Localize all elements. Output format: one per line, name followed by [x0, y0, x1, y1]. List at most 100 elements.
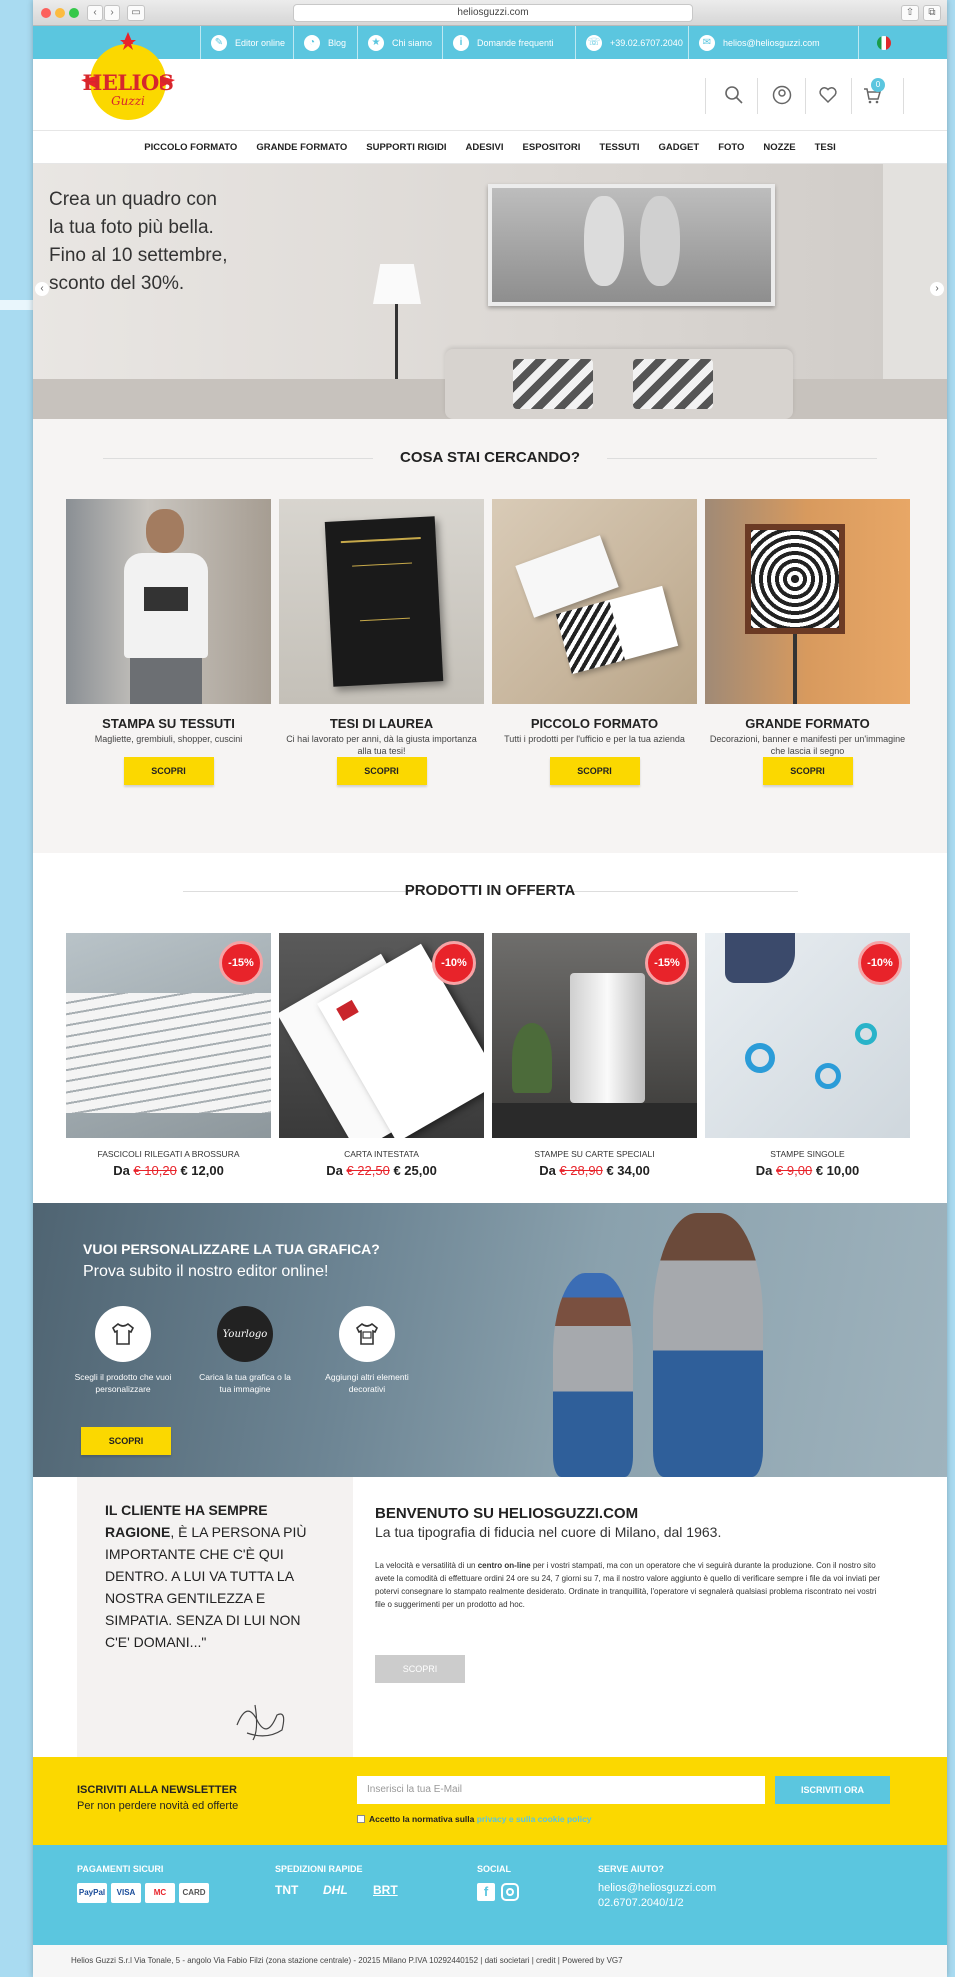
category-card[interactable]: GRANDE FORMATO Decorazioni, banner e man…: [705, 499, 910, 785]
consent-checkbox[interactable]: [357, 1815, 365, 1823]
close-window-button[interactable]: [41, 8, 51, 18]
language-selector[interactable]: [858, 26, 908, 59]
nav-supporti-rigidi[interactable]: SUPPORTI RIGIDI: [366, 142, 446, 153]
header-divider: [903, 78, 904, 114]
zoom-window-button[interactable]: [69, 8, 79, 18]
nav-adesivi[interactable]: ADESIVI: [466, 142, 504, 153]
topbar-about-link[interactable]: ★ Chi siamo: [357, 26, 442, 59]
topbar-phone-link[interactable]: ☏ +39.02.6707.2040: [575, 26, 688, 59]
topbar-label: Chi siamo: [392, 37, 433, 48]
footer-social-title: SOCIAL: [477, 1864, 512, 1874]
back-button[interactable]: ‹: [87, 5, 103, 21]
mail-icon: ✉: [699, 34, 715, 51]
mastercard-icon: MC: [145, 1883, 175, 1903]
newsletter-subscribe-button[interactable]: ISCRIVITI ORA: [775, 1776, 890, 1804]
privacy-link[interactable]: privacy e sulla cookie policy: [477, 1814, 592, 1824]
topbar-label: helios@heliosguzzi.com: [723, 37, 820, 48]
minimize-window-button[interactable]: [55, 8, 65, 18]
footer-help-email[interactable]: helios@heliosguzzi.com: [598, 1881, 716, 1896]
offers-section: PRODOTTI IN OFFERTA -15% FASCICOLI RILEG…: [33, 853, 947, 1203]
yourlogo-text: Yourlogo: [222, 1328, 268, 1340]
dhl-logo-icon: DHL: [323, 1883, 348, 1897]
header-divider: [851, 78, 852, 114]
hero-line: Crea un quadro con: [49, 189, 217, 210]
category-description: Ci hai lavorato per anni, dà la giusta i…: [286, 734, 477, 756]
welcome-body: La velocità e versatilità di un centro o…: [375, 1559, 885, 1611]
hero-pillow-image: [633, 359, 713, 409]
topbar-blog-link[interactable]: ◔ Blog: [293, 26, 357, 59]
new-price: € 10,00: [815, 1163, 860, 1178]
user-account-icon[interactable]: [769, 82, 795, 108]
category-discover-button[interactable]: SCOPRI: [336, 757, 427, 785]
credit-card-icon: CARD: [179, 1883, 209, 1903]
info-icon: i: [453, 34, 469, 51]
category-discover-button[interactable]: SCOPRI: [123, 757, 214, 785]
facebook-icon[interactable]: f: [477, 1883, 495, 1901]
helios-logo[interactable]: HELIOS Guzzi: [78, 32, 178, 124]
offer-name[interactable]: STAMPE SINGOLE: [705, 1149, 910, 1159]
new-price: € 12,00: [180, 1163, 224, 1178]
nav-espositori[interactable]: ESPOSITORI: [523, 142, 581, 153]
discount-badge: -15%: [219, 941, 263, 985]
about-discover-button[interactable]: SCOPRI: [375, 1655, 465, 1683]
category-card[interactable]: TESI DI LAUREA Ci hai lavorato per anni,…: [279, 499, 484, 785]
hero-headline: Crea un quadro con la tua foto più bella…: [49, 186, 269, 298]
offer-name[interactable]: CARTA INTESTATA: [279, 1149, 484, 1159]
customer-quote: IL CLIENTE HA SEMPRE RAGIONE, È LA PERSO…: [77, 1477, 353, 1757]
nav-foto[interactable]: FOTO: [718, 142, 744, 153]
topbar-faq-link[interactable]: i Domande frequenti: [442, 26, 575, 59]
category-discover-button[interactable]: SCOPRI: [762, 757, 853, 785]
instagram-icon[interactable]: [501, 1883, 519, 1901]
offer-image-carta-intestata[interactable]: -10%: [279, 933, 484, 1138]
category-card[interactable]: PICCOLO FORMATO Tutti i prodotti per l'u…: [492, 499, 697, 785]
new-price: € 34,00: [606, 1163, 650, 1178]
topbar-label: +39.02.6707.2040: [610, 37, 683, 48]
footer-help-contact: helios@heliosguzzi.com 02.6707.2040/1/2: [598, 1881, 716, 1911]
newsletter-consent: Accetto la normativa sulla privacy e sul…: [357, 1814, 592, 1824]
browser-chrome: ‹ › ▭ heliosguzzi.com ⇧ ⧉: [33, 0, 947, 26]
rss-icon: ◔: [304, 34, 320, 51]
address-bar[interactable]: heliosguzzi.com: [293, 4, 693, 22]
header-divider: [805, 78, 806, 114]
nav-piccolo-formato[interactable]: PICCOLO FORMATO: [144, 142, 237, 153]
offer-image-stampe-singole[interactable]: -10%: [705, 933, 910, 1138]
newsletter-email-input[interactable]: Inserisci la tua E-Mail: [357, 1776, 765, 1804]
share-icon[interactable]: ⇧: [901, 5, 919, 21]
hero-prev-arrow-icon[interactable]: ‹: [35, 282, 49, 296]
category-card[interactable]: STAMPA SU TESSUTI Magliette, grembiuli, …: [66, 499, 271, 785]
category-discover-button[interactable]: SCOPRI: [549, 757, 640, 785]
pencil-icon: ✎: [211, 34, 227, 51]
editor-subtitle: Prova subito il nostro editor online!: [83, 1263, 329, 1280]
offer-image-fascicoli[interactable]: -15%: [66, 933, 271, 1138]
price-prefix: Da: [755, 1163, 773, 1178]
offer-name[interactable]: STAMPE SU CARTE SPECIALI: [492, 1149, 697, 1159]
hero-slider[interactable]: Crea un quadro con la tua foto più bella…: [33, 164, 947, 419]
hero-sofa-image: [445, 349, 793, 419]
nav-grande-formato[interactable]: GRANDE FORMATO: [256, 142, 347, 153]
logo-sub-text: Guzzi: [111, 94, 145, 108]
offer-price: Da € 9,00 € 10,00: [705, 1163, 910, 1178]
footer-help-phone[interactable]: 02.6707.2040/1/2: [598, 1896, 716, 1911]
nav-gadget[interactable]: GADGET: [659, 142, 700, 153]
brt-logo-icon: BRT: [373, 1883, 398, 1897]
offer-name[interactable]: FASCICOLI RILEGATI A BROSSURA: [66, 1149, 271, 1159]
editor-discover-button[interactable]: SCOPRI: [81, 1427, 171, 1455]
forward-button[interactable]: ›: [104, 5, 120, 21]
nav-tesi[interactable]: TESI: [815, 142, 836, 153]
tabs-icon[interactable]: ⧉: [923, 5, 941, 21]
nav-tessuti[interactable]: TESSUTI: [599, 142, 639, 153]
categories-title: COSA STAI CERCANDO?: [400, 449, 580, 466]
hero-next-arrow-icon[interactable]: ›: [930, 282, 944, 296]
search-icon[interactable]: [721, 82, 747, 108]
hero-line: la tua foto più bella.: [49, 217, 214, 238]
nav-nozze[interactable]: NOZZE: [763, 142, 795, 153]
offer-image-carte-speciali[interactable]: -15%: [492, 933, 697, 1138]
topbar-email-link[interactable]: ✉ helios@heliosguzzi.com: [688, 26, 858, 59]
price-prefix: Da: [326, 1163, 343, 1178]
wishlist-heart-icon[interactable]: [815, 82, 841, 108]
sidebar-toggle-icon[interactable]: ▭: [127, 5, 145, 21]
cart-count-badge: 0: [871, 78, 885, 92]
topbar-editor-link[interactable]: ✎ Editor online: [200, 26, 293, 59]
star-icon: ★: [368, 34, 384, 51]
offer-price: Da € 22,50 € 25,00: [279, 1163, 484, 1178]
